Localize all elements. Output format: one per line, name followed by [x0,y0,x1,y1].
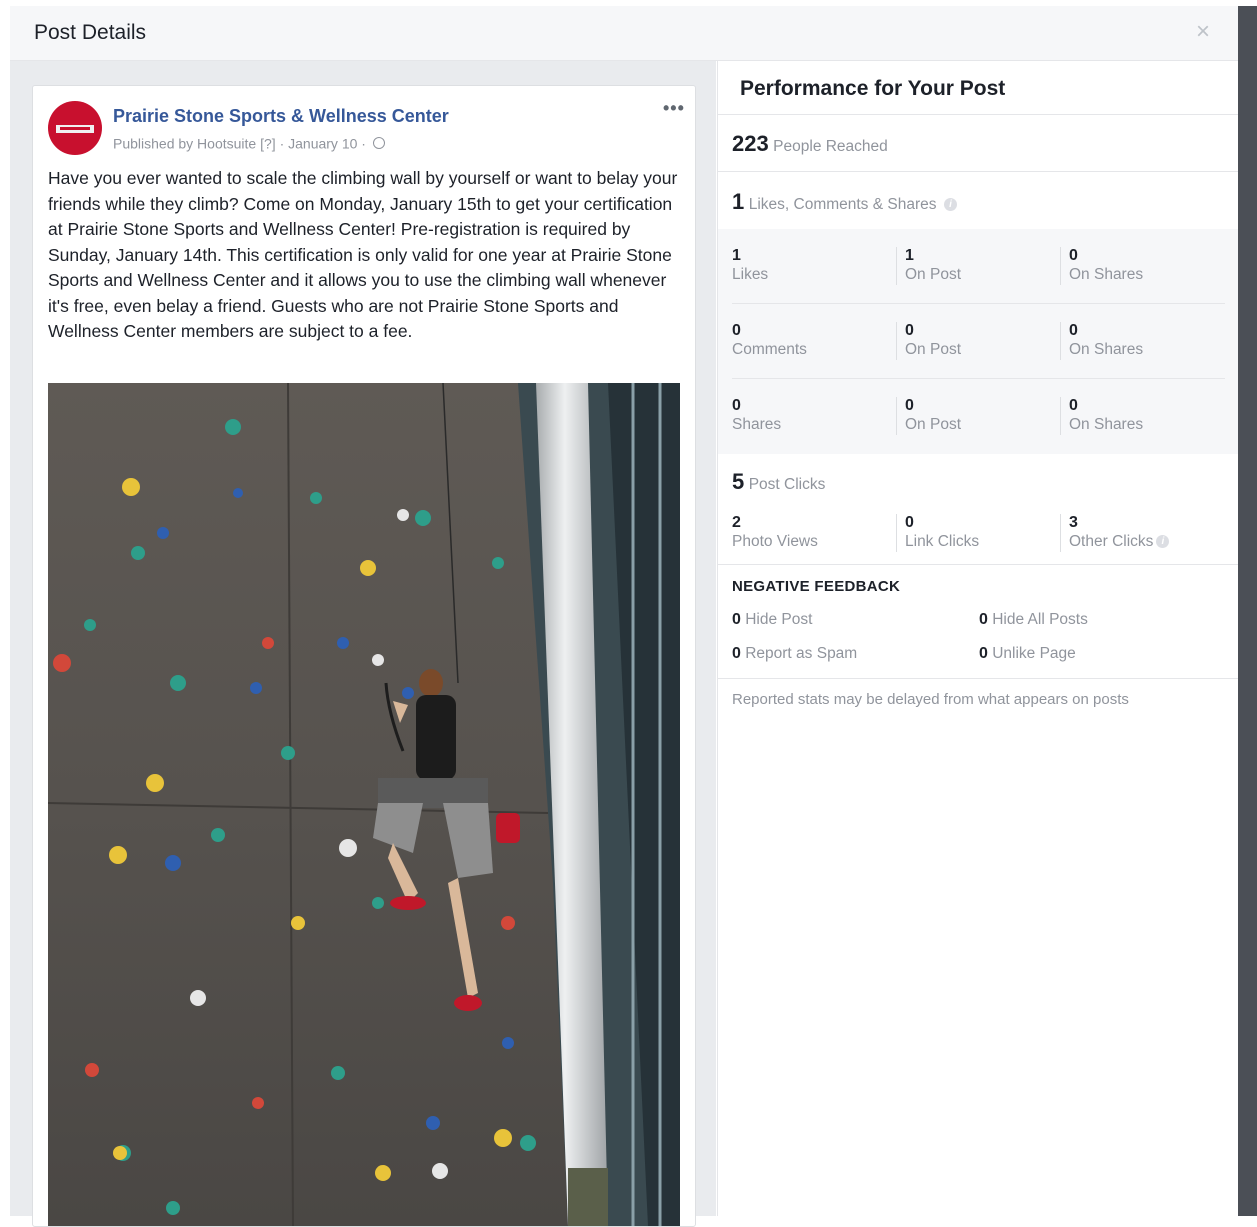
info-icon[interactable]: i [1156,535,1170,549]
neg-label: Hide All Posts [992,611,1088,628]
stat-label: Link Clicks [905,533,980,550]
publisher-text: Published by Hootsuite [113,135,257,152]
stat-value: 1 [732,247,741,264]
engagement-label: Likes, Comments & Shares [748,196,937,213]
neg-unlike-page: 0 Unlike Page [979,645,1076,663]
post-date[interactable]: January 10 [288,135,357,151]
page-name-link[interactable]: Prairie Stone Sports & Wellness Center [113,106,449,127]
stat-label: On Shares [1069,416,1144,433]
stat-value: 3 [1069,514,1078,531]
stat-value: 0 [1069,247,1078,264]
close-icon[interactable]: × [1196,20,1210,44]
stat-photo-views: 2 Photo Views [732,514,818,552]
neg-value: 0 [732,611,741,628]
stats-delay-note: Reported stats may be delayed from what … [732,691,1129,708]
stat-shares-on-shares: 0 On Shares [1069,397,1143,435]
stat-label: Likes [732,266,769,283]
people-reached: 223 People Reached [732,131,888,157]
stat-likes: 1 Likes [732,247,768,285]
negative-feedback-title: NEGATIVE FEEDBACK [732,578,901,595]
modal-title: Post Details [34,21,147,44]
stat-value: 0 [1069,322,1078,339]
neg-report-spam: 0 Report as Spam [732,645,857,663]
post-meta: Published by Hootsuite [?] · January 10 … [113,134,385,151]
other-clicks-label: Other Clicks [1069,533,1154,550]
page-avatar[interactable] [48,101,102,155]
info-icon[interactable]: i [943,198,957,212]
stat-value: 0 [905,397,914,414]
reach-label: People Reached [773,138,888,155]
engagement-summary: 1 Likes, Comments & Shares i [732,189,957,215]
stat-value: 0 [905,514,914,531]
neg-value: 0 [732,645,741,662]
meta-separator: · [361,135,366,152]
stat-label: On Post [905,341,961,358]
stat-label: Other Clicks i [1069,532,1170,552]
stat-value: 0 [905,322,914,339]
post-text: Have you ever wanted to scale the climbi… [48,168,678,341]
engagement-breakdown: 1 Likes 1 On Post 0 On Shares 0 Comments… [718,229,1239,454]
clicks-label: Post Clicks [748,476,826,493]
stat-value: 1 [905,247,914,264]
stat-label: On Shares [1069,341,1144,358]
stat-label: On Post [905,416,961,433]
neg-label: Report as Spam [745,645,858,662]
performance-title: Performance for Your Post [740,77,1006,100]
stat-value: 0 [732,322,741,339]
neg-hide-all-posts: 0 Hide All Posts [979,611,1088,629]
stat-label: On Post [905,266,961,283]
engagement-value: 1 [732,189,745,214]
clicks-value: 5 [732,469,745,494]
stat-value: 0 [732,397,741,414]
help-marker[interactable]: [?] [260,135,276,151]
modal-header: Post Details × [10,6,1238,61]
stat-comments: 0 Comments [732,322,807,360]
stat-comments-on-shares: 0 On Shares [1069,322,1143,360]
stat-value: 0 [1069,397,1078,414]
post-card: Prairie Stone Sports & Wellness Center P… [32,85,696,1227]
neg-hide-post: 0 Hide Post [732,611,812,629]
stat-link-clicks: 0 Link Clicks [905,514,979,552]
performance-pane: Performance for Your Post 223 People Rea… [717,61,1239,1216]
stat-likes-on-post: 1 On Post [905,247,961,285]
neg-label: Unlike Page [992,645,1076,662]
stat-value: 2 [732,514,741,531]
reach-value: 223 [732,131,769,156]
more-options-icon[interactable]: ••• [663,98,685,119]
globe-icon [372,137,385,150]
post-preview-pane: Prairie Stone Sports & Wellness Center P… [10,61,716,1227]
stat-label: On Shares [1069,266,1144,283]
neg-value: 0 [979,611,988,628]
page-scrollbar[interactable] [1238,6,1257,1216]
stat-likes-on-shares: 0 On Shares [1069,247,1143,285]
stat-label: Shares [732,416,782,433]
post-clicks-summary: 5 Post Clicks [732,469,825,495]
neg-label: Hide Post [745,611,813,628]
stat-other-clicks: 3 Other Clicks i [1069,514,1170,552]
stat-label: Comments [732,341,807,358]
neg-value: 0 [979,645,988,662]
meta-separator: · [279,135,285,152]
stat-label: Photo Views [732,533,818,550]
stat-shares: 0 Shares [732,397,781,435]
post-photo[interactable] [48,383,680,1226]
stat-comments-on-post: 0 On Post [905,322,961,360]
stat-shares-on-post: 0 On Post [905,397,961,435]
